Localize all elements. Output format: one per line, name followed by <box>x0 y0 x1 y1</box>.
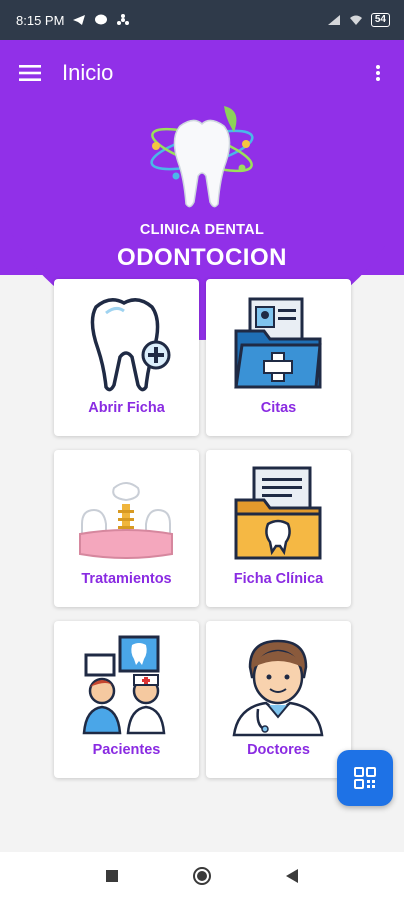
card-label: Citas <box>260 400 297 416</box>
telegram-icon <box>73 15 86 25</box>
card-abrir-ficha[interactable]: Abrir Ficha <box>54 279 199 436</box>
fan-icon <box>117 14 130 25</box>
dental-record-folder-icon <box>234 466 322 560</box>
qr-scan-button[interactable] <box>337 750 393 806</box>
messenger-icon <box>95 14 108 25</box>
battery-icon: 54 <box>370 13 390 27</box>
tooth-logo-icon <box>150 106 254 208</box>
more-vert-icon[interactable] <box>368 59 388 87</box>
status-time: 8:15 PM <box>16 12 65 28</box>
page-title: Inicio <box>62 60 114 85</box>
status-bar: 8:15 PM 54 <box>0 0 404 40</box>
card-label: Doctores <box>247 742 310 758</box>
back-triangle-icon[interactable] <box>279 863 305 889</box>
tooth-add-icon <box>90 298 171 392</box>
signal-icon <box>327 15 340 25</box>
card-label: Ficha Clínica <box>233 571 324 587</box>
qr-code-icon <box>354 767 376 789</box>
card-citas[interactable]: Citas <box>206 279 351 436</box>
card-label: Abrir Ficha <box>88 400 165 416</box>
card-label: Tratamientos <box>81 571 172 587</box>
system-nav-bar <box>0 852 404 900</box>
card-label: Pacientes <box>92 742 161 758</box>
card-doctores[interactable]: Doctores <box>206 621 351 778</box>
app-bar: Inicio <box>0 46 404 100</box>
clinic-subtitle: CLINICA DENTAL <box>139 222 265 238</box>
dental-implant-icon <box>79 482 173 559</box>
card-ficha-clinica[interactable]: Ficha Clínica <box>206 450 351 607</box>
clinic-name: ODONTOCION <box>117 244 287 271</box>
home-circle-icon[interactable] <box>189 863 215 889</box>
wifi-icon <box>349 15 362 25</box>
recents-square-icon[interactable] <box>99 863 125 889</box>
card-tratamientos[interactable]: Tratamientos <box>54 450 199 607</box>
card-pacientes[interactable]: Pacientes <box>54 621 199 778</box>
hamburger-menu-icon[interactable] <box>16 59 44 87</box>
doctor-icon <box>232 639 324 737</box>
patients-icon <box>82 635 166 735</box>
medical-folder-icon <box>234 297 322 389</box>
